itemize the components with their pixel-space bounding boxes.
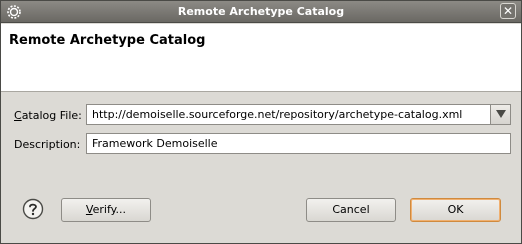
cancel-button[interactable]: Cancel [306, 198, 396, 222]
title-bar[interactable]: Remote Archetype Catalog ✕ [1, 1, 521, 23]
dialog-window: Remote Archetype Catalog ✕ Remote Archet… [0, 0, 522, 244]
verify-mnemonic: V [85, 203, 93, 216]
catalog-file-combo[interactable]: http://demoiselle.sourceforge.net/reposi… [86, 104, 511, 125]
description-value[interactable]: Framework Demoiselle [92, 137, 218, 150]
ok-button[interactable]: OK [410, 198, 501, 222]
description-input[interactable]: Framework Demoiselle [86, 133, 511, 154]
window-title: Remote Archetype Catalog [177, 5, 345, 18]
catalog-file-dropdown-button[interactable] [490, 105, 510, 124]
help-icon[interactable] [22, 198, 44, 220]
verify-button[interactable]: Verify... [61, 198, 151, 222]
description-label: Description: [14, 138, 81, 151]
banner-title: Remote Archetype Catalog [9, 33, 206, 48]
catalog-file-label: Catalog File: [14, 109, 82, 122]
catalog-file-label-text: atalog File: [21, 109, 82, 122]
verify-label: erify... [92, 203, 127, 216]
catalog-file-mnemonic: C [14, 109, 22, 122]
chevron-down-icon [496, 110, 506, 118]
dialog-banner: Remote Archetype Catalog [1, 24, 521, 92]
catalog-file-value[interactable]: http://demoiselle.sourceforge.net/reposi… [92, 108, 462, 121]
close-button[interactable]: ✕ [500, 3, 516, 19]
